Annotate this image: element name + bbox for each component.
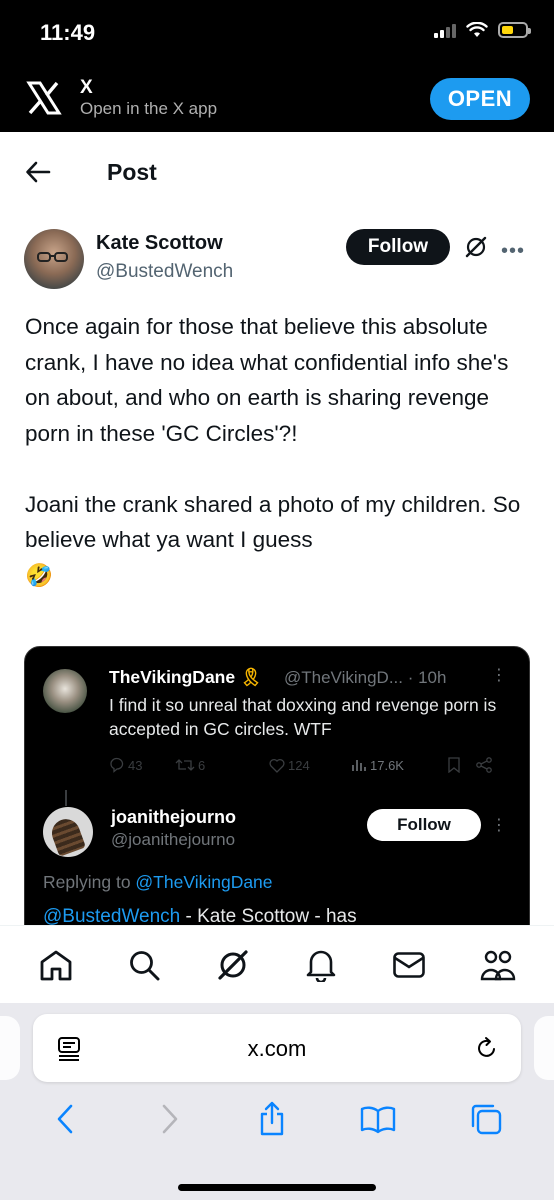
heart-icon <box>269 758 285 773</box>
quoted-text: I find it so unreal that doxxing and rev… <box>109 695 497 739</box>
ribbon-icon: 🎗 <box>239 667 263 687</box>
notifications-icon <box>306 950 336 982</box>
reply-icon <box>110 757 124 773</box>
browser-nav <box>0 1099 554 1139</box>
home-icon <box>40 950 72 980</box>
top-bar: 11:49 X Open in the X app OPEN <box>0 0 554 132</box>
reply-name: joanithejourno <box>111 807 236 827</box>
cellular-signal-icon <box>434 22 456 38</box>
banner-subtitle: Open in the X app <box>80 99 218 118</box>
reply-handle: @joanithejourno <box>111 830 236 849</box>
back-arrow-icon[interactable] <box>24 158 52 186</box>
bookmark-icon <box>448 757 460 773</box>
tweet-text: Once again for those that believe this a… <box>25 314 521 588</box>
tabs-icon[interactable] <box>469 1102 503 1136</box>
author-handle[interactable]: @BustedWench <box>96 261 233 283</box>
tab-notifications[interactable] <box>296 940 346 990</box>
more-options-icon[interactable]: ••• <box>501 240 525 263</box>
quoted-reply: 43 <box>109 757 175 773</box>
x-logo-icon <box>26 81 62 115</box>
grok-icon <box>218 949 248 980</box>
bookmarks-icon[interactable] <box>360 1104 396 1134</box>
retweet-icon <box>175 759 195 771</box>
views-count: 17.6K <box>370 757 404 773</box>
page-title: Post <box>107 159 157 185</box>
quoted-handle-time: @TheVikingD... · 10h <box>284 668 447 687</box>
url-text[interactable]: x.com <box>33 1036 521 1062</box>
author-name[interactable]: Kate Scottow <box>96 232 223 255</box>
replying-to: Replying to @TheVikingDane <box>43 872 273 893</box>
status-time: 11:49 <box>40 20 96 45</box>
embedded-screenshot[interactable]: TheVikingDane 🎗 @TheVikingD... · 10h ⋮ I… <box>24 646 530 946</box>
quoted-avatar <box>43 669 87 713</box>
browser-toolbar: x.com <box>0 1003 554 1200</box>
battery-icon <box>498 22 531 38</box>
quoted-like: 124 <box>269 758 351 773</box>
tab-home[interactable] <box>31 940 81 990</box>
quoted-name-text: TheVikingDane <box>109 667 236 687</box>
tab-search[interactable] <box>119 940 169 990</box>
author-avatar[interactable] <box>24 229 84 289</box>
thread-line <box>65 790 67 806</box>
reply-count: 43 <box>128 757 143 773</box>
search-icon <box>130 950 160 980</box>
grok-icon[interactable] <box>464 235 488 259</box>
open-app-button[interactable]: OPEN <box>430 78 530 120</box>
browser-forward-icon[interactable] <box>154 1102 184 1136</box>
communities-icon <box>480 950 515 980</box>
next-tab-peek[interactable] <box>534 1016 554 1080</box>
home-indicator <box>178 1184 376 1191</box>
status-icons <box>434 22 531 38</box>
reply-text: - Kate Scottow - has <box>180 906 357 927</box>
reply-avatar <box>43 807 93 857</box>
quoted-retweet: 6 <box>175 757 269 773</box>
banner-app-name: X <box>80 77 93 98</box>
bottom-tab-bar <box>0 925 554 1003</box>
retweet-count: 6 <box>198 757 206 773</box>
post-header: Post <box>0 132 554 212</box>
address-bar[interactable]: x.com <box>33 1014 521 1082</box>
share-icon <box>476 757 492 773</box>
follow-button[interactable]: Follow <box>346 229 450 265</box>
tab-grok[interactable] <box>208 940 258 990</box>
wifi-icon <box>466 22 488 37</box>
tab-messages[interactable] <box>384 940 434 990</box>
like-count: 124 <box>288 757 310 773</box>
tab-communities[interactable] <box>473 940 523 990</box>
share-icon[interactable] <box>257 1101 287 1137</box>
browser-back-icon[interactable] <box>51 1102 81 1136</box>
messages-icon <box>393 951 426 978</box>
reply-more-icon: ⋮ <box>491 817 507 834</box>
reply-follow-button: Follow <box>367 809 481 841</box>
reply-mention: @BustedWench <box>43 906 181 927</box>
replying-prefix: Replying to <box>43 872 136 892</box>
reload-icon[interactable] <box>475 1036 499 1060</box>
quoted-actions: 43 6 124 17.6K <box>109 757 509 773</box>
quoted-more-icon: ⋮ <box>491 667 507 684</box>
previous-tab-peek[interactable] <box>0 1016 20 1080</box>
views-icon <box>352 760 366 771</box>
quoted-name: TheVikingDane 🎗 <box>109 667 262 688</box>
replying-to-handle: @TheVikingDane <box>135 872 273 892</box>
quoted-views: 17.6K <box>351 758 447 773</box>
